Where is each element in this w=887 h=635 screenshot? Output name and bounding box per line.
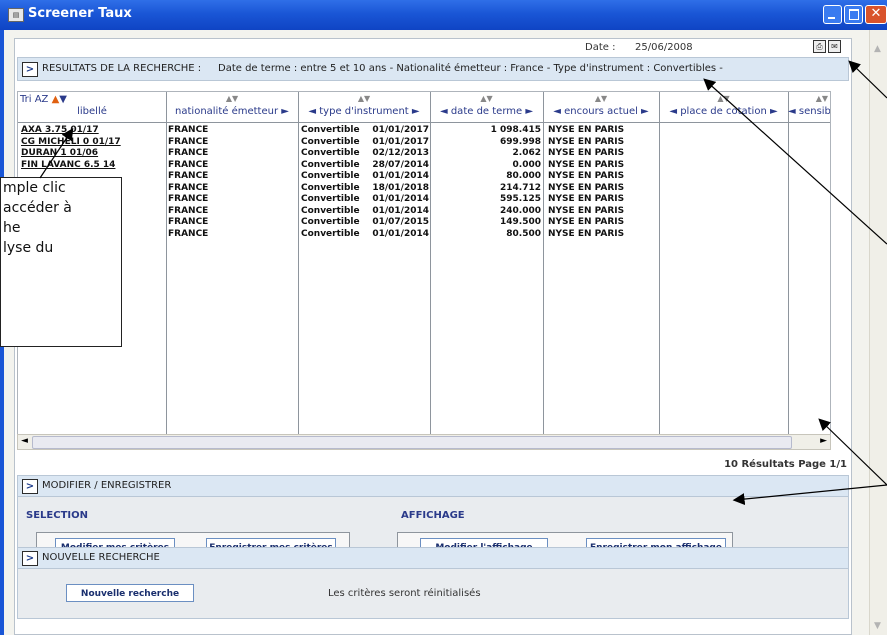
row-place: NYSE EN PARIS [548, 228, 625, 239]
row-encours: 1 098.415 [490, 125, 541, 135]
date-value: 25/06/2008 [635, 42, 693, 53]
results-count: 10 Résultats Page 1/1 [724, 459, 847, 470]
new-search-header: > NOUVELLE RECHERCHE [18, 548, 848, 569]
table-row[interactable]: 14FRANCEConvertible01/01/201480.500NYSE … [18, 229, 830, 240]
sort-arrows-icon[interactable]: ▲▼ [166, 94, 298, 103]
table-row[interactable]: FRANCE Convertible 01/01/2014 595.125 NYSE E… [18, 194, 830, 205]
close-button[interactable]: ✕ [865, 5, 887, 24]
results-toggle-button[interactable]: > [22, 62, 38, 77]
row-encours: 699.998 [500, 136, 541, 147]
callout-line: accéder à [3, 200, 72, 216]
scroll-thumb[interactable] [32, 436, 792, 449]
new-search-toggle-button[interactable]: > [22, 551, 38, 566]
table-row[interactable]: DURAN 1 01/06 FRANCE Convertible 02/12/2013… [18, 148, 830, 159]
modify-toggle-button[interactable]: > [22, 479, 38, 494]
results-title: RESULTATS DE LA RECHERCHE : [42, 63, 202, 74]
title-bar: ▤ Screener Taux ✕ [0, 0, 887, 30]
table-row[interactable]: FRANCE Convertible 01/01/2014 240.000 NYSE E… [18, 206, 830, 217]
vertical-scrollbar[interactable]: ▲ ▼ [869, 30, 887, 635]
horizontal-scrollbar[interactable]: ◄ ► [17, 434, 831, 450]
date-bar: Date : 25/06/2008 ⎙ ✉ [15, 39, 851, 55]
sort-arrows-icon[interactable]: ▲▼ [430, 94, 543, 103]
search-criteria: Date de terme : entre 5 et 10 ans - Nati… [218, 63, 723, 74]
table-row[interactable]: FRANCE Convertible 18/01/2018 214.712 NYSE E… [18, 183, 830, 194]
modify-section-header: > MODIFIER / ENREGISTRER [18, 476, 848, 497]
modify-section-title: MODIFIER / ENREGISTRER [42, 480, 172, 491]
annotation-callout: mple clic accéder à he lyse du [0, 177, 122, 347]
mail-icon[interactable]: ✉ [828, 40, 841, 53]
minimize-button[interactable] [823, 5, 842, 24]
new-search-section: > NOUVELLE RECHERCHE Nouvelle recherche … [17, 547, 849, 619]
new-search-button[interactable]: Nouvelle recherche [66, 584, 194, 602]
row-encours: 0.000 [512, 159, 541, 170]
row-encours: 2.062 [512, 148, 541, 158]
reset-note: Les critères seront réinitialisés [328, 588, 481, 599]
row-place: NYSE EN PARIS [548, 194, 625, 204]
maximize-button[interactable] [844, 5, 863, 24]
header-encours[interactable]: ▲▼ ◄ encours actuel ► [543, 92, 659, 122]
screener-panel: Date : 25/06/2008 ⎙ ✉ > RESULTATS DE LA … [14, 38, 852, 635]
row-place: NYSE EN PARIS [548, 182, 625, 193]
row-place: NYSE EN PARIS [548, 217, 625, 227]
sort-arrows-icon[interactable]: ▲▼ [298, 94, 430, 103]
sort-arrows-icon[interactable]: ▲▼ [543, 94, 659, 103]
header-place[interactable]: ▲▼ ◄ place de cotation ► [659, 92, 788, 122]
row-place: NYSE EN PARIS [548, 171, 625, 181]
row-place: NYSE EN PARIS [548, 205, 625, 216]
row-place: NYSE EN PARIS [548, 148, 625, 158]
header-libelle[interactable]: libellé [18, 92, 166, 122]
affichage-label: AFFICHAGE [401, 510, 465, 521]
row-place: NYSE EN PARIS [548, 159, 625, 170]
header-type[interactable]: ▲▼ ◄ type d'instrument ► [298, 92, 430, 122]
new-search-title: NOUVELLE RECHERCHE [42, 552, 160, 563]
table-row[interactable]: FRANCE Convertible 01/01/2014 80.000 NYSE EN… [18, 171, 830, 182]
results-header: > RESULTATS DE LA RECHERCHE : Date de te… [17, 57, 849, 81]
results-table: Tri AZ ▲▼ libellé ▲▼ nationalité émetteu… [17, 91, 831, 435]
date-label: Date : [585, 42, 616, 53]
window-title: Screener Taux [28, 6, 132, 21]
header-nationalite[interactable]: ▲▼ nationalité émetteur ► [166, 92, 298, 122]
header-divider [18, 122, 830, 123]
scroll-left-icon[interactable]: ◄ [21, 436, 28, 446]
callout-line: he [3, 220, 21, 236]
callout-line: mple clic [3, 180, 66, 196]
scroll-up-icon[interactable]: ▲ [874, 44, 881, 54]
row-place: NYSE EN PARIS [548, 125, 625, 135]
sort-arrows-icon[interactable]: ▲▼ [788, 94, 830, 103]
scroll-right-icon[interactable]: ► [820, 436, 827, 446]
table-row[interactable]: AXA 3.75 01/17 FRANCE Convertible 01/01/201… [18, 125, 830, 136]
header-sensib[interactable]: ▲▼ ◄ sensib [788, 92, 830, 122]
table-row[interactable]: FIN LAVANC 6.5 14 FRANCE Convertible 28/07/… [18, 160, 830, 171]
sort-arrows-icon[interactable]: ▲▼ [659, 94, 788, 103]
scroll-down-icon[interactable]: ▼ [874, 621, 881, 631]
table-row[interactable]: FRANCE Convertible 01/07/2015 149.500 NYSE E… [18, 217, 830, 228]
selection-label: SELECTION [26, 510, 88, 521]
header-date[interactable]: ▲▼ ◄ date de terme ► [430, 92, 543, 122]
print-icon[interactable]: ⎙ [813, 40, 826, 53]
row-place: NYSE EN PARIS [548, 136, 625, 147]
callout-line: lyse du [3, 240, 54, 256]
app-icon: ▤ [8, 8, 24, 22]
table-row[interactable]: CG MICHELI 0 01/17 FRANCE Convertible 01/01… [18, 137, 830, 148]
